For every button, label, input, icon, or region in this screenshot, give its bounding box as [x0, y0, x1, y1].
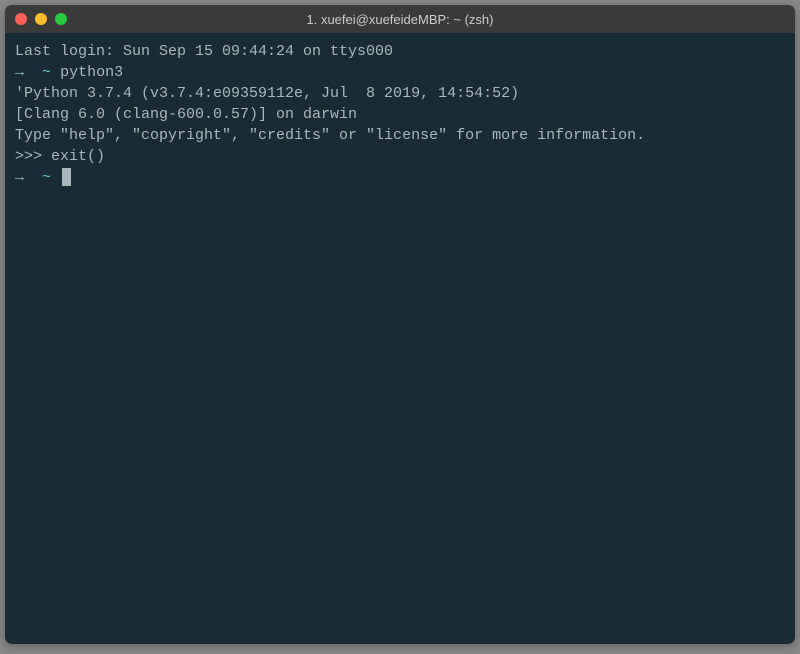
prompt-arrow-icon: → — [15, 64, 24, 81]
minimize-icon[interactable] — [35, 13, 47, 25]
prompt-path: ~ — [42, 64, 51, 81]
maximize-icon[interactable] — [55, 13, 67, 25]
last-login-line: Last login: Sun Sep 15 09:44:24 on ttys0… — [15, 41, 785, 62]
prompt-line-1: → ~ python3 — [15, 62, 785, 83]
prompt-path: ~ — [42, 169, 51, 186]
python-banner-line-2: [Clang 6.0 (clang-600.0.57)] on darwin — [15, 104, 785, 125]
python-banner-line-1: 'Python 3.7.4 (v3.7.4:e09359112e, Jul 8 … — [15, 83, 785, 104]
terminal-body[interactable]: Last login: Sun Sep 15 09:44:24 on ttys0… — [5, 33, 795, 644]
close-icon[interactable] — [15, 13, 27, 25]
python-prompt: >>> — [15, 148, 51, 165]
titlebar[interactable]: 1. xuefei@xuefeideMBP: ~ (zsh) — [5, 5, 795, 33]
command-text: python3 — [60, 64, 123, 81]
window-title: 1. xuefei@xuefeideMBP: ~ (zsh) — [15, 12, 785, 27]
cursor-icon — [62, 168, 71, 186]
prompt-line-2: → ~ — [15, 167, 785, 188]
python-command: exit() — [51, 148, 105, 165]
terminal-window: 1. xuefei@xuefeideMBP: ~ (zsh) Last logi… — [5, 5, 795, 644]
traffic-lights — [15, 13, 67, 25]
python-prompt-line: >>> exit() — [15, 146, 785, 167]
prompt-arrow-icon: → — [15, 169, 24, 186]
python-banner-line-3: Type "help", "copyright", "credits" or "… — [15, 125, 785, 146]
